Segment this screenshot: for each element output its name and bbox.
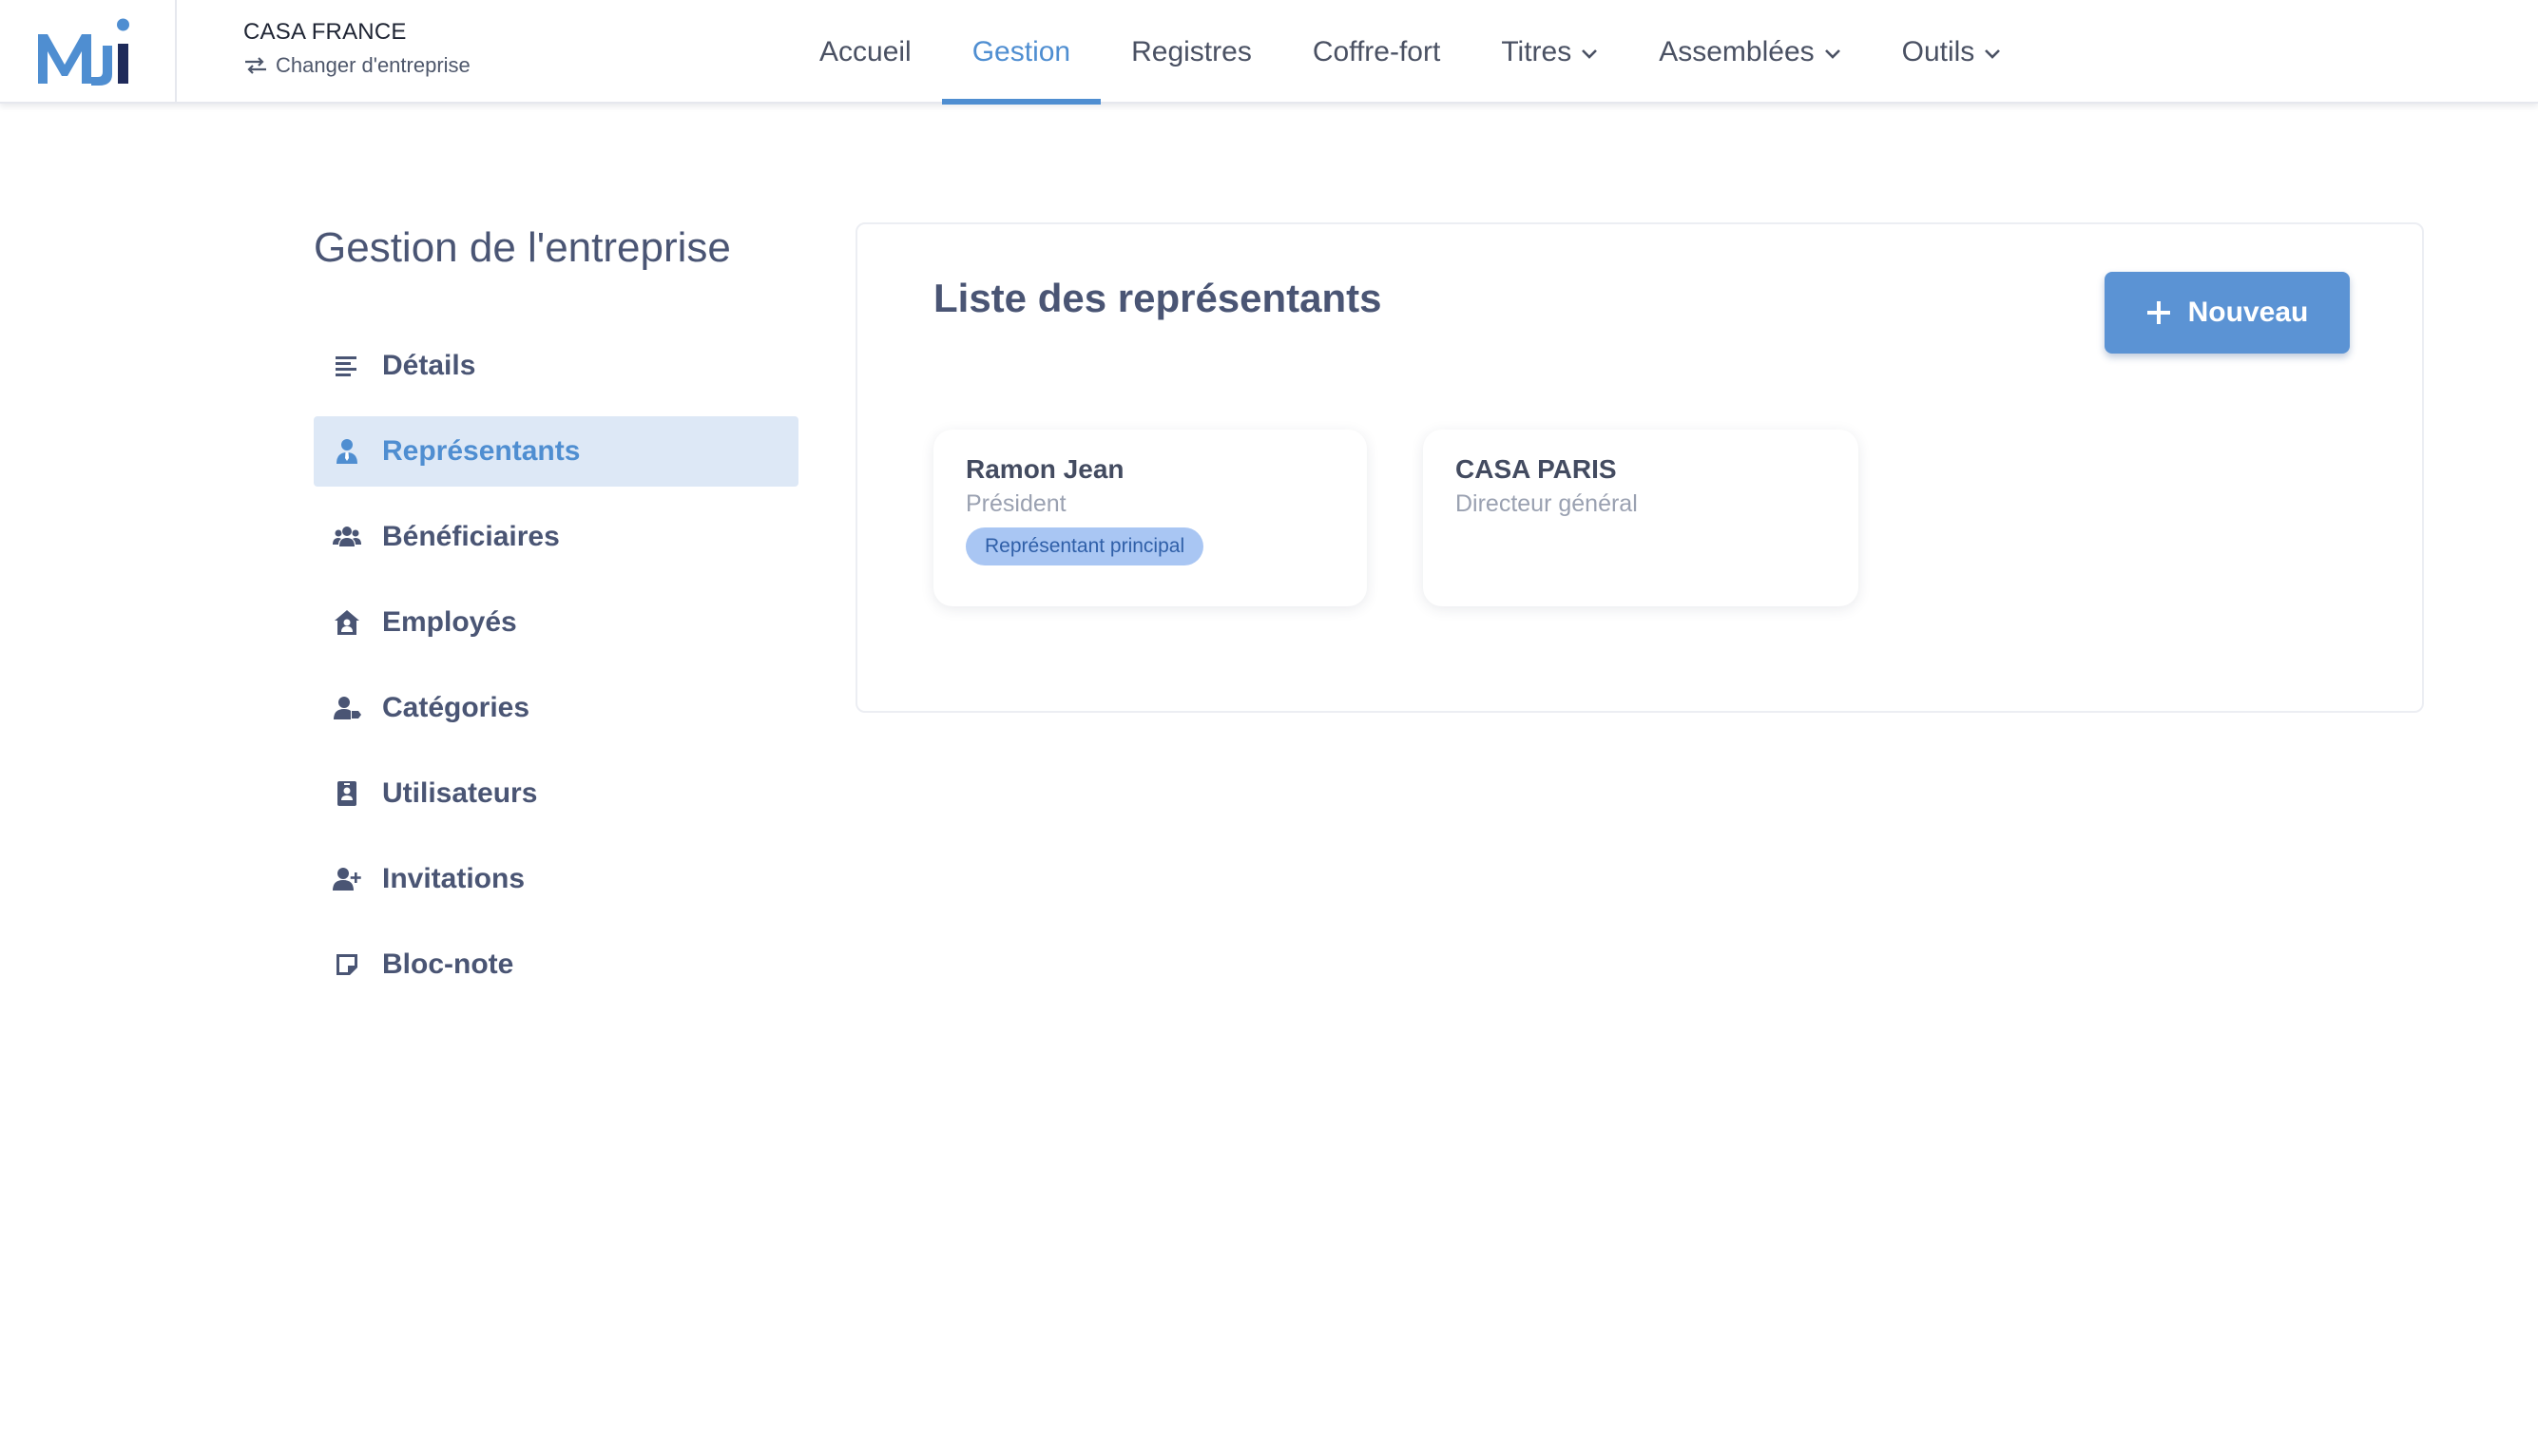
nav-label: Outils	[1901, 35, 1975, 67]
sticky-note-icon	[331, 948, 363, 981]
nav-label: Registres	[1131, 35, 1252, 67]
top-navigation-bar: CASA FRANCE Changer d'entreprise Accueil…	[0, 0, 2538, 105]
panel-title: Liste des représentants	[933, 276, 1382, 320]
user-tie-icon	[331, 435, 363, 468]
sidebar-item-label: Catégories	[382, 692, 530, 723]
logo-divider	[175, 0, 177, 104]
sidebar-item-details[interactable]: Détails	[314, 331, 798, 401]
representative-name: Ramon Jean	[966, 454, 1125, 484]
align-left-icon	[331, 350, 363, 382]
sidebar-item-label: Employés	[382, 606, 517, 638]
new-representative-button[interactable]: Nouveau	[2105, 272, 2350, 354]
nav-label: Coffre-fort	[1312, 35, 1441, 67]
sidebar-item-label: Bloc-note	[382, 948, 514, 980]
company-switcher[interactable]: CASA FRANCE Changer d'entreprise	[243, 19, 471, 78]
sidebar-item-bloc-note[interactable]: Bloc-note	[314, 929, 798, 1000]
representative-name: CASA PARIS	[1455, 454, 1617, 484]
sidebar-item-label: Détails	[382, 350, 476, 381]
sidebar-item-categories[interactable]: Catégories	[314, 673, 798, 743]
change-company-link[interactable]: Changer d'entreprise	[243, 53, 471, 78]
nav-assemblees[interactable]: Assemblées	[1628, 0, 1871, 104]
active-tab-indicator	[941, 99, 1102, 105]
sidebar-item-label: Invitations	[382, 863, 526, 894]
nav-label: Assemblées	[1659, 35, 1815, 67]
representative-role: Directeur général	[1455, 490, 1638, 517]
representative-card[interactable]: CASA PARIS Directeur général	[1423, 430, 1858, 606]
sidebar-item-label: Utilisateurs	[382, 777, 538, 809]
sidebar-item-invitations[interactable]: Invitations	[314, 844, 798, 914]
nav-label: Gestion	[971, 35, 1071, 67]
nav-accueil[interactable]: Accueil	[789, 0, 942, 104]
representatives-panel: Liste des représentants Nouveau Ramon Je…	[856, 222, 2424, 713]
sidebar-menu: Détails Représentants Bénéficiaires Empl…	[314, 331, 798, 1015]
house-user-icon	[331, 606, 363, 639]
exchange-icon	[245, 57, 266, 74]
sidebar-item-beneficiaires[interactable]: Bénéficiaires	[314, 502, 798, 572]
new-button-label: Nouveau	[2187, 297, 2309, 328]
representative-role: Président	[966, 490, 1067, 517]
nav-label: Accueil	[819, 35, 912, 67]
company-name: CASA FRANCE	[243, 19, 407, 45]
chevron-down-icon	[1582, 48, 1598, 59]
plus-icon	[2146, 301, 2170, 324]
sidebar-title: Gestion de l'entreprise	[314, 224, 731, 271]
id-badge-icon	[331, 777, 363, 810]
user-tag-icon	[331, 692, 363, 724]
sidebar-item-label: Représentants	[382, 435, 581, 467]
chevron-down-icon	[1824, 48, 1840, 59]
nav-label: Titres	[1501, 35, 1572, 67]
main-nav: Accueil Gestion Registres Coffre-fort Ti…	[789, 0, 2032, 105]
users-icon	[331, 521, 363, 553]
nav-coffre-fort[interactable]: Coffre-fort	[1282, 0, 1471, 104]
change-company-label: Changer d'entreprise	[276, 53, 471, 77]
sidebar-item-label: Bénéficiaires	[382, 521, 560, 552]
nav-titres[interactable]: Titres	[1471, 0, 1628, 104]
sidebar-item-employes[interactable]: Employés	[314, 587, 798, 658]
user-plus-icon	[331, 863, 363, 895]
nav-gestion[interactable]: Gestion	[941, 0, 1102, 105]
principal-badge: Représentant principal	[966, 527, 1204, 565]
representative-card[interactable]: Ramon Jean Président Représentant princi…	[933, 430, 1367, 606]
nav-outils[interactable]: Outils	[1872, 0, 2032, 104]
mji-logo[interactable]	[36, 15, 141, 87]
nav-registres[interactable]: Registres	[1101, 0, 1282, 104]
sidebar-item-representants[interactable]: Représentants	[314, 416, 798, 487]
sidebar-item-utilisateurs[interactable]: Utilisateurs	[314, 758, 798, 829]
chevron-down-icon	[1985, 48, 2001, 59]
